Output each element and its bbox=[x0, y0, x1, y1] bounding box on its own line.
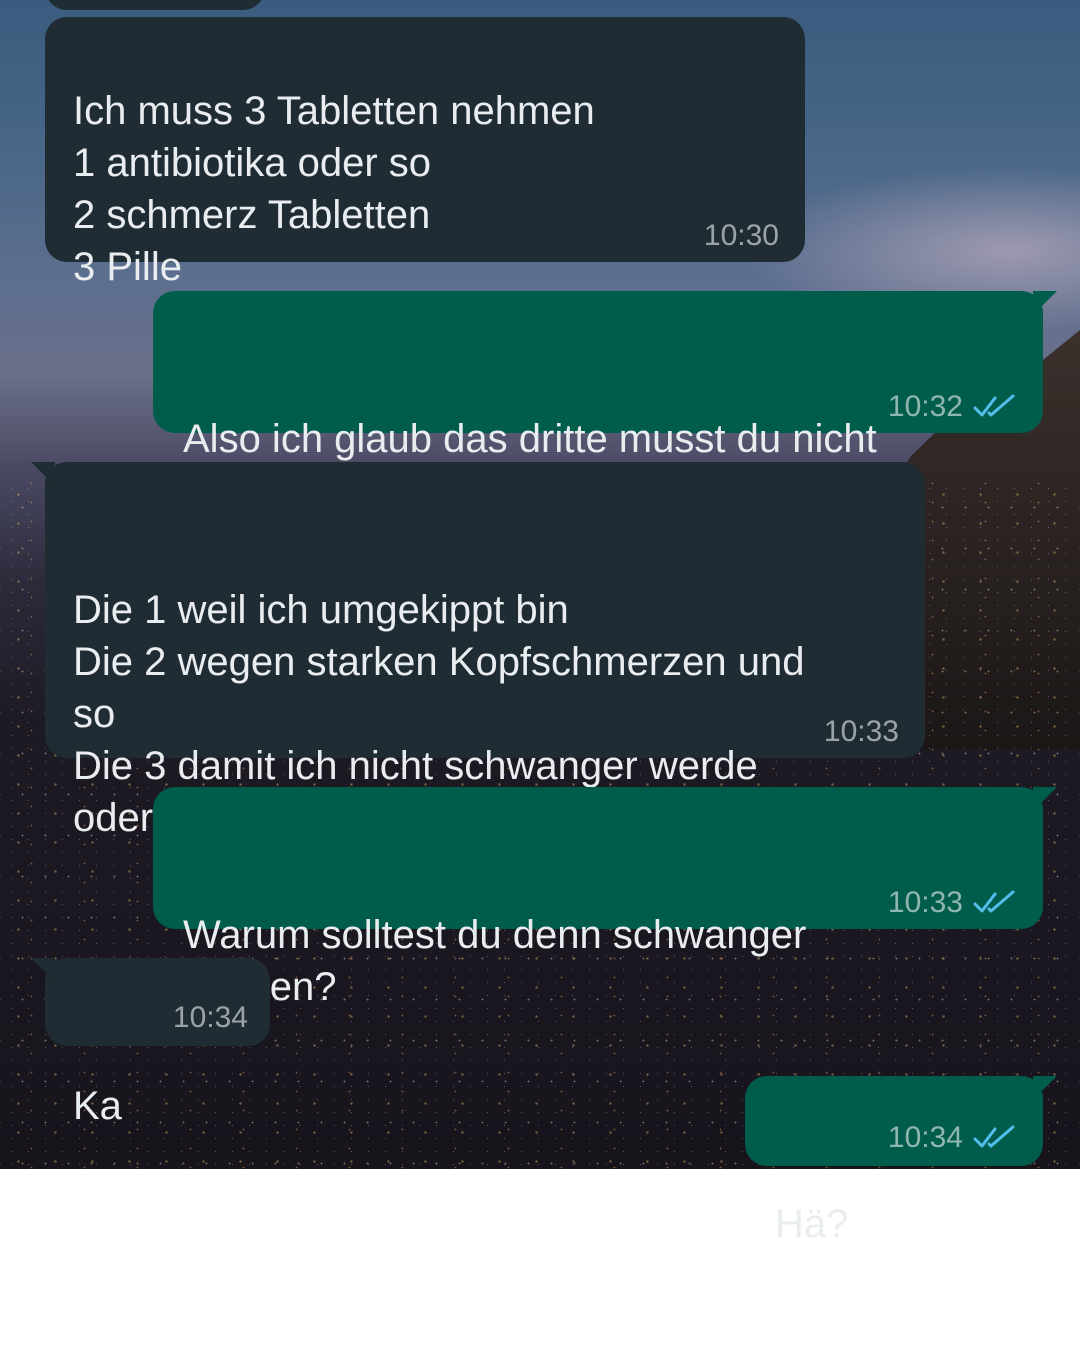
message-meta: 10:34 bbox=[888, 1120, 1017, 1156]
message-text: Hä? bbox=[775, 1202, 849, 1246]
message-meta: 10:32 bbox=[888, 389, 1017, 425]
message-bubble-outgoing[interactable]: Also ich glaub das dritte musst du nicht… bbox=[153, 291, 1057, 513]
message-time: 10:33 bbox=[887, 886, 963, 919]
double-check-icon bbox=[973, 1125, 1015, 1148]
message-bubble-outgoing[interactable]: Hä? 10:34 bbox=[745, 1076, 1057, 1246]
message-bubble-incoming[interactable]: Ka 10:34 bbox=[31, 958, 270, 1128]
message-time: 10:32 bbox=[887, 390, 963, 423]
message-bubble-incoming[interactable]: Ich muss 3 Tabletten nehmen 1 antibiotik… bbox=[45, 17, 805, 289]
message-time: 10:30 bbox=[703, 219, 779, 252]
double-check-icon bbox=[973, 394, 1015, 417]
message-meta: 10:34 bbox=[173, 1000, 248, 1036]
bubble-tail bbox=[31, 462, 55, 486]
message-list[interactable]: Ich muss 3 Tabletten nehmen 1 antibiotik… bbox=[0, 0, 1080, 1246]
message-meta: 10:33 bbox=[824, 714, 899, 750]
message-bubble-outgoing[interactable]: Warum solltest du denn schwanger werden?… bbox=[153, 787, 1057, 1009]
message-text: Warum solltest du denn schwanger werden? bbox=[183, 913, 807, 1009]
bubble-tail bbox=[1033, 787, 1057, 811]
message-meta: 10:33 bbox=[888, 885, 1017, 921]
message-time: 10:33 bbox=[823, 715, 899, 748]
bubble-tail bbox=[31, 958, 55, 982]
message-time: 10:34 bbox=[172, 1001, 248, 1034]
double-check-icon bbox=[973, 890, 1015, 913]
bubble-tail bbox=[1033, 1076, 1057, 1100]
message-bubble-incoming[interactable]: Die 1 weil ich umgekippt bin Die 2 wegen… bbox=[31, 462, 925, 840]
message-meta: 10:30 bbox=[704, 218, 779, 254]
message-bubble-partial[interactable] bbox=[45, 0, 265, 10]
bubble-tail bbox=[1033, 291, 1057, 315]
message-text: Ich muss 3 Tabletten nehmen 1 antibiotik… bbox=[73, 89, 595, 289]
message-time: 10:34 bbox=[887, 1121, 963, 1154]
message-text: Ka bbox=[73, 1084, 122, 1128]
